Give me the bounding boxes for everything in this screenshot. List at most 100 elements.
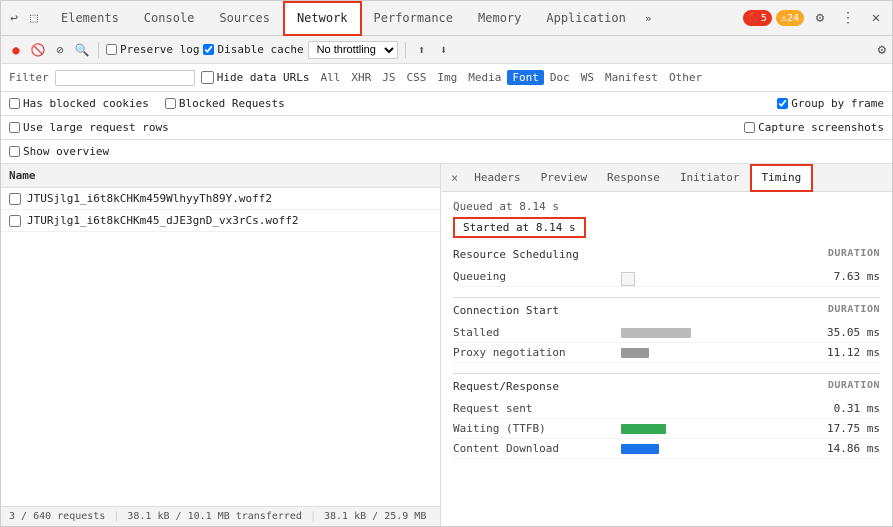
top-tab-bar: ↩ ⬚ Elements Console Sources Network Per… bbox=[1, 1, 892, 36]
export-icon[interactable]: ⬇ bbox=[435, 41, 453, 59]
timing-panel: Queued at 8.14 s Started at 8.14 s Resou… bbox=[441, 192, 892, 526]
status-bar: 3 / 640 requests | 38.1 kB / 10.1 MB tra… bbox=[1, 506, 440, 526]
table-row[interactable]: JTURjlg1_i6t8kCHKm45_dJE3gnD_vx3rCs.woff… bbox=[1, 210, 440, 232]
filter-img[interactable]: Img bbox=[432, 70, 462, 85]
timing-row-ttfb: Waiting (TTFB) 17.75 ms bbox=[453, 419, 880, 439]
ttfb-label: Waiting (TTFB) bbox=[453, 422, 613, 435]
checkboxes-row: Has blocked cookies Blocked Requests Gro… bbox=[1, 92, 892, 116]
request-sent-label: Request sent bbox=[453, 402, 613, 415]
disable-cache-checkbox[interactable] bbox=[203, 44, 214, 55]
filter-xhr[interactable]: XHR bbox=[346, 70, 376, 85]
group-by-frame-cb[interactable] bbox=[777, 98, 788, 109]
filter-media[interactable]: Media bbox=[463, 70, 506, 85]
close-panel-btn[interactable]: × bbox=[445, 171, 464, 185]
tab-performance[interactable]: Performance bbox=[362, 1, 466, 36]
right-checks: Group by frame bbox=[777, 97, 884, 110]
devtools-window: ↩ ⬚ Elements Console Sources Network Per… bbox=[0, 0, 893, 527]
main-area: Name JTUSjlg1_i6t8kCHKm459WlhyyTh89Y.wof… bbox=[1, 164, 892, 526]
throttling-select[interactable]: No throttling bbox=[308, 41, 398, 59]
record-btn[interactable]: ● bbox=[7, 41, 25, 59]
request-name-1: JTUSjlg1_i6t8kCHKm459WlhyyTh89Y.woff2 bbox=[27, 192, 272, 205]
left-panel: Name JTUSjlg1_i6t8kCHKm459WlhyyTh89Y.wof… bbox=[1, 164, 441, 526]
tab-network[interactable]: Network bbox=[283, 1, 362, 36]
tab-elements[interactable]: Elements bbox=[49, 1, 132, 36]
show-overview-cb[interactable] bbox=[9, 146, 20, 157]
blocked-requests-group: Blocked Requests bbox=[165, 97, 285, 110]
tab-response[interactable]: Response bbox=[597, 164, 670, 192]
filter-doc[interactable]: Doc bbox=[545, 70, 575, 85]
import-icon[interactable]: ⬆ bbox=[413, 41, 431, 59]
filter-ws[interactable]: WS bbox=[576, 70, 599, 85]
back-icon[interactable]: ↩ bbox=[5, 9, 23, 27]
filter-input[interactable] bbox=[55, 70, 195, 86]
error-badge: 🚫 5 bbox=[743, 10, 771, 26]
filter-other[interactable]: Other bbox=[664, 70, 707, 85]
timing-section-request: Request/Response DURATION Request sent 0… bbox=[453, 380, 880, 459]
clear-btn[interactable]: 🚫 bbox=[29, 41, 47, 59]
preserve-log-checkbox[interactable] bbox=[106, 44, 117, 55]
queueing-label: Queueing bbox=[453, 270, 613, 283]
section-title-connection: Connection Start DURATION bbox=[453, 304, 880, 319]
ttfb-bar bbox=[621, 424, 812, 434]
tab-bar-right: 🚫 5 ⚠ 24 ⚙ ⋮ ✕ bbox=[743, 6, 888, 30]
tab-initiator[interactable]: Initiator bbox=[670, 164, 750, 192]
tab-memory[interactable]: Memory bbox=[466, 1, 534, 36]
disable-cache-group: Disable cache bbox=[203, 43, 303, 56]
more-icon[interactable]: ⋮ bbox=[836, 6, 860, 30]
tab-sources[interactable]: Sources bbox=[207, 1, 283, 36]
filter-font[interactable]: Font bbox=[507, 70, 544, 85]
filter-types: All XHR JS CSS Img Media Font Doc WS Man… bbox=[315, 70, 707, 85]
hide-data-urls-checkbox[interactable] bbox=[201, 71, 214, 84]
use-large-rows-label: Use large request rows bbox=[23, 121, 169, 134]
filter-all[interactable]: All bbox=[315, 70, 345, 85]
preserve-log-group: Preserve log bbox=[106, 43, 199, 56]
show-overview-label: Show overview bbox=[23, 145, 109, 158]
proxy-value: 11.12 ms bbox=[820, 346, 880, 359]
timing-row-stalled: Stalled 35.05 ms bbox=[453, 323, 880, 343]
timing-row-download: Content Download 14.86 ms bbox=[453, 439, 880, 459]
table-row[interactable]: JTUSjlg1_i6t8kCHKm459WlhyyTh89Y.woff2 bbox=[1, 188, 440, 210]
download-value: 14.86 ms bbox=[820, 442, 880, 455]
started-label: Started at 8.14 s bbox=[453, 217, 586, 238]
right-checks2: Capture screenshots bbox=[744, 121, 884, 134]
tab-timing[interactable]: Timing bbox=[750, 164, 814, 192]
search-icon[interactable]: 🔍 bbox=[73, 41, 91, 59]
preserve-log-label: Preserve log bbox=[120, 43, 199, 56]
tab-headers[interactable]: Headers bbox=[464, 164, 530, 192]
right-panel: × Headers Preview Response Initiator Tim… bbox=[441, 164, 892, 526]
filter-bar: Filter Hide data URLs All XHR JS CSS Img… bbox=[1, 64, 892, 92]
blocked-requests-cb[interactable] bbox=[165, 98, 176, 109]
tab-application[interactable]: Application bbox=[534, 1, 638, 36]
settings-icon[interactable]: ⚙ bbox=[808, 6, 832, 30]
inspect-icon[interactable]: ⬚ bbox=[25, 9, 43, 27]
stalled-label: Stalled bbox=[453, 326, 613, 339]
filter-icon[interactable]: ⊘ bbox=[51, 41, 69, 59]
row-checkbox-1[interactable] bbox=[9, 193, 21, 205]
filter-js[interactable]: JS bbox=[377, 70, 400, 85]
network-settings-icon[interactable]: ⚙ bbox=[878, 42, 886, 58]
show-overview-group: Show overview bbox=[9, 145, 109, 158]
has-blocked-cookies-cb[interactable] bbox=[9, 98, 20, 109]
tab-preview[interactable]: Preview bbox=[531, 164, 597, 192]
capture-screenshots-cb[interactable] bbox=[744, 122, 755, 133]
network-toolbar: ● 🚫 ⊘ 🔍 Preserve log Disable cache No th… bbox=[1, 36, 892, 64]
stalled-bar bbox=[621, 328, 812, 338]
capture-screenshots-group: Capture screenshots bbox=[744, 121, 884, 134]
tab-overflow[interactable]: » bbox=[639, 12, 658, 25]
download-bar bbox=[621, 444, 812, 454]
transferred-size: 38.1 kB / 10.1 MB transferred bbox=[127, 511, 302, 522]
timing-section-connection: Connection Start DURATION Stalled 35.05 … bbox=[453, 304, 880, 363]
filter-css[interactable]: CSS bbox=[401, 70, 431, 85]
undock-icon[interactable]: ✕ bbox=[864, 6, 888, 30]
hide-data-urls-label: Hide data URLs bbox=[217, 71, 310, 84]
blocked-requests-label: Blocked Requests bbox=[179, 97, 285, 110]
tab-console[interactable]: Console bbox=[132, 1, 208, 36]
filter-manifest[interactable]: Manifest bbox=[600, 70, 663, 85]
timing-row-request-sent: Request sent 0.31 ms bbox=[453, 399, 880, 419]
use-large-rows-cb[interactable] bbox=[9, 122, 20, 133]
row-checkbox-2[interactable] bbox=[9, 215, 21, 227]
section-title-request: Request/Response DURATION bbox=[453, 380, 880, 395]
stalled-value: 35.05 ms bbox=[820, 326, 880, 339]
tab-bar-icons: ↩ ⬚ bbox=[5, 9, 43, 27]
request-sent-bar bbox=[621, 404, 812, 414]
